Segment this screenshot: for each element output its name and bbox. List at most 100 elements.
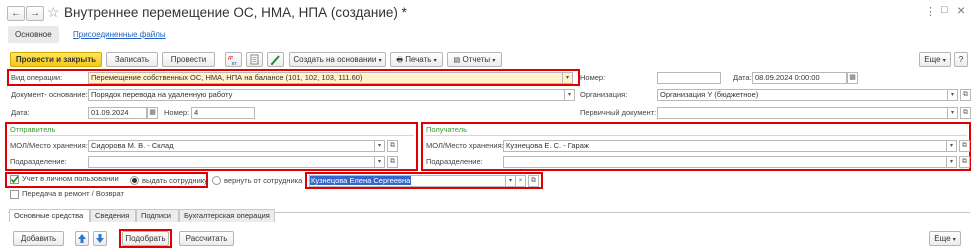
primary-doc-field[interactable] xyxy=(657,107,948,119)
repair-checkbox[interactable] xyxy=(10,190,19,199)
post-button[interactable]: Провести xyxy=(162,52,215,67)
pencil-icon xyxy=(271,55,280,65)
date-calendar-button[interactable]: ▦ xyxy=(147,107,158,119)
sender-dept-label: Подразделение: xyxy=(10,157,67,166)
radio-give-to-employee[interactable] xyxy=(130,176,139,185)
receiver-mol-field[interactable]: Кузнецова Е. С. - Гараж xyxy=(503,140,947,152)
help-button[interactable]: ? xyxy=(954,52,968,67)
printer-icon: 🖶 xyxy=(396,57,403,64)
receiver-mol-open-button[interactable]: ⧉ xyxy=(959,140,970,152)
op-type-dropdown[interactable]: ▾ xyxy=(563,72,573,84)
table-more-label: Еще xyxy=(934,234,951,243)
print-label: Печать xyxy=(405,55,432,64)
tab-signatures[interactable]: Подписи xyxy=(136,209,179,222)
move-down-button[interactable] xyxy=(93,231,107,246)
clear-icon: × xyxy=(518,178,523,184)
right-number-field[interactable] xyxy=(657,72,721,84)
radio-return-from-employee[interactable] xyxy=(212,176,221,185)
primary-doc-dropdown[interactable]: ▾ xyxy=(948,107,958,119)
number-field[interactable]: 4 xyxy=(191,107,255,119)
employee-open-button[interactable]: ⧉ xyxy=(528,175,539,187)
repair-label: Передача в ремонт / Возврат xyxy=(22,189,124,198)
calendar-button[interactable]: ▦ xyxy=(847,72,858,84)
dtkt-report-button[interactable]: дт кт xyxy=(225,52,242,67)
arrow-down-icon xyxy=(96,234,104,243)
right-date-label: Дата: xyxy=(733,73,752,82)
forward-button[interactable]: → xyxy=(26,6,44,21)
calendar-icon: ▦ xyxy=(849,74,856,81)
save-button[interactable]: Записать xyxy=(106,52,158,67)
move-up-button[interactable] xyxy=(75,231,89,246)
primary-doc-open-button[interactable]: ⧉ xyxy=(960,107,971,119)
right-number-label: Номер: xyxy=(580,73,606,82)
tab-attached-files[interactable]: Присоединенные файлы xyxy=(66,26,173,43)
employee-field[interactable]: Кузнецова Елена Сергеевна xyxy=(309,175,506,187)
doc-basis-label: Документ- основание: xyxy=(11,90,88,99)
receiver-divider xyxy=(425,135,967,136)
create-on-basis-button[interactable]: Создать на основании ▾ xyxy=(289,52,386,67)
create-on-basis-label: Создать на основании xyxy=(293,55,377,64)
number-label: Номер: xyxy=(164,108,190,117)
maximize-icon[interactable]: □ xyxy=(941,4,948,16)
sender-dept-dropdown[interactable]: ▾ xyxy=(375,156,385,168)
employee-clear-button[interactable]: × xyxy=(516,175,526,187)
receiver-dept-field[interactable] xyxy=(503,156,947,168)
calculate-button[interactable]: Рассчитать xyxy=(179,231,234,246)
date-field[interactable]: 01.09.2024 xyxy=(88,107,147,119)
personal-use-checkbox[interactable] xyxy=(10,175,19,184)
chevron-down-icon: ▾ xyxy=(492,58,496,64)
tab-accounting-operation[interactable]: Бухгалтерская операция xyxy=(179,209,275,222)
sender-dept-open-button[interactable]: ⧉ xyxy=(387,156,398,168)
svg-text:кт: кт xyxy=(232,61,237,66)
date-label: Дата: xyxy=(11,108,30,117)
org-dropdown[interactable]: ▾ xyxy=(948,89,958,101)
window-title: Внутреннее перемещение ОС, НМА, НПА (соз… xyxy=(64,5,407,20)
dtkt-icon: дткт xyxy=(228,55,237,67)
link-icon: ⧉ xyxy=(962,158,967,165)
op-type-field[interactable]: Перемещение собственных ОС, НМА, НПА на … xyxy=(88,72,563,84)
sender-mol-open-button[interactable]: ⧉ xyxy=(387,140,398,152)
sender-mol-dropdown[interactable]: ▾ xyxy=(375,140,385,152)
tab-details[interactable]: Сведения xyxy=(90,209,136,222)
link-icon: ⧉ xyxy=(390,142,395,149)
tab-main[interactable]: Основное xyxy=(8,26,59,43)
more-menu-icon[interactable]: ⋮ xyxy=(925,5,936,18)
receiver-dept-label: Подразделение: xyxy=(426,157,483,166)
sender-mol-field[interactable]: Сидорова М. В. - Склад xyxy=(88,140,375,152)
reports-button[interactable]: ▤ Отчеты ▾ xyxy=(447,52,502,67)
chevron-down-icon: ▾ xyxy=(942,58,946,64)
org-field[interactable]: Организация Y (бюджетное) xyxy=(657,89,948,101)
link-icon: ⧉ xyxy=(963,109,968,116)
arrow-up-icon xyxy=(78,234,86,243)
document-list-icon xyxy=(250,54,259,65)
employee-dropdown[interactable]: ▾ xyxy=(506,175,516,187)
receiver-mol-label: МОЛ/Место хранения: xyxy=(426,141,504,150)
add-button[interactable]: Добавить xyxy=(13,231,64,246)
more-button[interactable]: Еще ▾ xyxy=(919,52,951,67)
op-type-label: Вид операции: xyxy=(11,73,63,82)
table-more-button[interactable]: Еще ▾ xyxy=(929,231,961,246)
link-icon: ⧉ xyxy=(963,91,968,98)
receiver-dept-open-button[interactable]: ⧉ xyxy=(959,156,970,168)
receiver-mol-dropdown[interactable]: ▾ xyxy=(947,140,957,152)
link-icon: ⧉ xyxy=(390,158,395,165)
print-button[interactable]: 🖶 Печать ▾ xyxy=(390,52,443,67)
edit-button[interactable] xyxy=(267,52,284,67)
primary-doc-label: Первичный документ: xyxy=(580,108,657,117)
tab-fixed-assets[interactable]: Основные средства xyxy=(9,209,90,222)
doc-basis-dropdown[interactable]: ▾ xyxy=(565,89,575,101)
favorite-star-icon[interactable]: ☆ xyxy=(47,4,60,21)
back-button[interactable]: ← xyxy=(7,6,25,21)
post-and-close-button[interactable]: Провести и закрыть xyxy=(10,52,102,67)
sender-header: Отправитель xyxy=(10,125,56,134)
org-open-button[interactable]: ⧉ xyxy=(960,89,971,101)
pick-button[interactable]: Подобрать xyxy=(122,231,169,246)
doc-basis-field[interactable]: Порядок перевода на удаленную работу xyxy=(88,89,565,101)
sender-dept-field[interactable] xyxy=(88,156,375,168)
documents-button[interactable] xyxy=(246,52,263,67)
personal-use-label: Учет в личном пользовании xyxy=(22,174,119,183)
close-icon[interactable]: × xyxy=(957,2,965,18)
link-icon: ⧉ xyxy=(962,142,967,149)
receiver-dept-dropdown[interactable]: ▾ xyxy=(947,156,957,168)
right-date-field[interactable]: 08.09.2024 0:00:00 xyxy=(752,72,847,84)
